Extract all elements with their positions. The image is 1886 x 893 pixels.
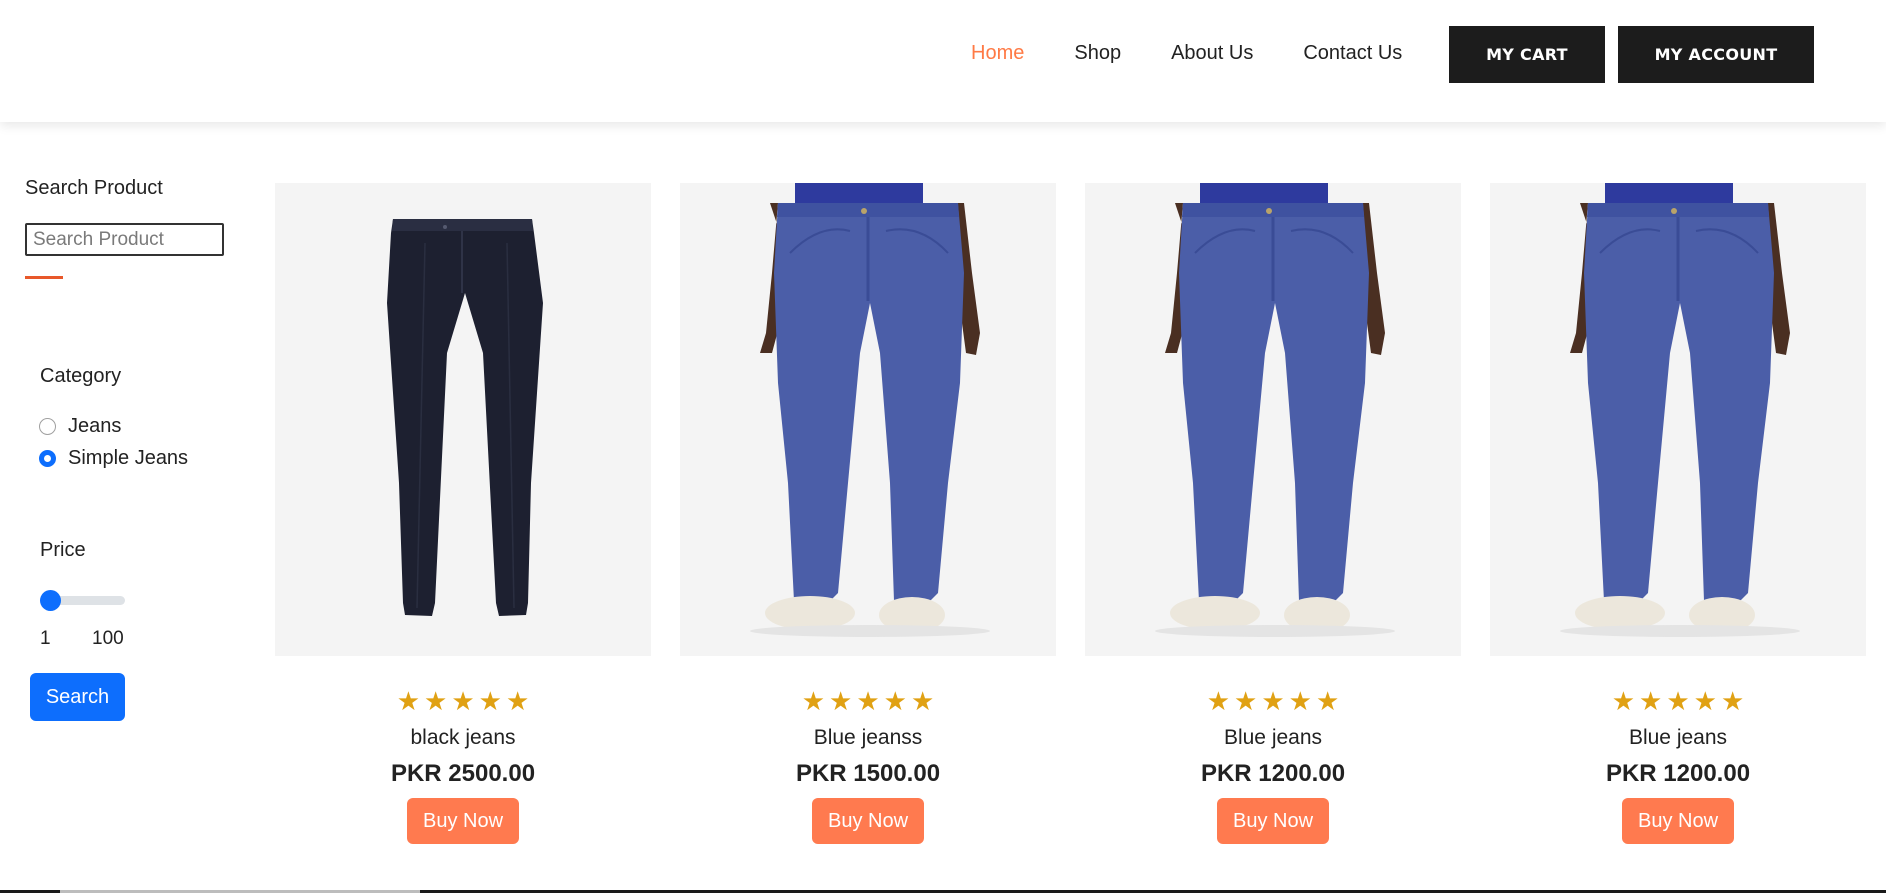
- star-icon: ★: [801, 686, 826, 716]
- nav-about-link[interactable]: About Us: [1171, 28, 1253, 78]
- product-image[interactable]: [680, 183, 1056, 656]
- product-price: PKR 1200.00: [1200, 760, 1346, 787]
- buy-now-button[interactable]: Buy Now: [1217, 798, 1329, 844]
- product-price: PKR 2500.00: [390, 760, 536, 787]
- star-icon: ★: [1666, 686, 1690, 716]
- heading-underline: [25, 276, 63, 279]
- rating-stars: ★ ★ ★ ★ ★: [275, 688, 651, 714]
- blue-jeans-image: [1560, 183, 1800, 637]
- category-option-jeans[interactable]: Jeans: [39, 415, 121, 438]
- search-button[interactable]: Search: [30, 673, 125, 721]
- star-icon: ★: [1720, 686, 1745, 716]
- product-image[interactable]: [1085, 183, 1461, 656]
- product-card: ★ ★ ★ ★ ★ black jeans PKR 2500.00 Buy Now: [275, 183, 651, 844]
- product-name: Blue jeans: [1223, 726, 1323, 749]
- star-icon: ★: [829, 686, 853, 716]
- category-heading: Category: [40, 365, 122, 387]
- my-cart-button[interactable]: MY CART: [1449, 26, 1605, 83]
- star-icon: ★: [1315, 686, 1340, 716]
- star-icon: ★: [1288, 686, 1312, 716]
- star-icon: ★: [1206, 686, 1231, 716]
- category-label-simple-jeans: Simple Jeans: [68, 447, 189, 469]
- star-icon: ★: [505, 686, 530, 716]
- product-price: PKR 1200.00: [1605, 760, 1751, 787]
- site-header: Home Shop About Us Contact Us MY CART MY…: [0, 0, 1886, 122]
- search-product-input[interactable]: [25, 223, 224, 256]
- product-name: Blue jeans: [1628, 726, 1728, 749]
- product-card: ★ ★ ★ ★ ★ Blue jeans PKR 1200.00 Buy Now: [1490, 183, 1866, 844]
- star-icon: ★: [856, 686, 880, 716]
- product-card: ★ ★ ★ ★ ★ Blue jeanss PKR 1500.00 Buy Now: [680, 183, 1056, 844]
- price-min-value: 1: [40, 628, 51, 649]
- my-account-button[interactable]: MY ACCOUNT: [1618, 26, 1814, 83]
- main-nav: Home Shop About Us Contact Us: [971, 28, 1402, 78]
- star-icon: ★: [1611, 686, 1636, 716]
- rating-stars: ★ ★ ★ ★ ★: [1490, 688, 1866, 714]
- star-icon: ★: [883, 686, 907, 716]
- product-image[interactable]: [275, 183, 651, 656]
- black-trousers-image: [387, 219, 543, 616]
- price-heading: Price: [40, 539, 86, 561]
- radio-jeans[interactable]: [39, 418, 56, 435]
- product-name: Blue jeanss: [813, 726, 923, 749]
- product-name: black jeans: [410, 726, 516, 749]
- nav-contact-link[interactable]: Contact Us: [1303, 28, 1402, 78]
- buy-now-button[interactable]: Buy Now: [407, 798, 519, 844]
- star-icon: ★: [1639, 686, 1663, 716]
- buy-now-button[interactable]: Buy Now: [812, 798, 924, 844]
- radio-simple-jeans[interactable]: [39, 450, 56, 467]
- star-icon: ★: [424, 686, 448, 716]
- rating-stars: ★ ★ ★ ★ ★: [1085, 688, 1461, 714]
- price-range-slider[interactable]: [40, 590, 125, 611]
- product-price: PKR 1500.00: [795, 760, 941, 787]
- product-card: ★ ★ ★ ★ ★ Blue jeans PKR 1200.00 Buy Now: [1085, 183, 1461, 844]
- rating-stars: ★ ★ ★ ★ ★: [680, 688, 1056, 714]
- nav-home-link[interactable]: Home: [971, 28, 1024, 78]
- search-product-heading: Search Product: [25, 177, 163, 199]
- star-icon: ★: [1261, 686, 1285, 716]
- blue-jeans-image: [1155, 183, 1395, 637]
- product-image[interactable]: [1490, 183, 1866, 656]
- star-icon: ★: [478, 686, 502, 716]
- star-icon: ★: [1234, 686, 1258, 716]
- category-option-simple-jeans[interactable]: Simple Jeans: [39, 447, 188, 470]
- price-slider-thumb[interactable]: [40, 590, 61, 611]
- star-icon: ★: [1693, 686, 1717, 716]
- star-icon: ★: [451, 686, 475, 716]
- price-max-value: 100: [92, 628, 124, 649]
- category-label-jeans: Jeans: [68, 415, 122, 437]
- blue-jeans-image: [750, 183, 990, 637]
- star-icon: ★: [910, 686, 935, 716]
- nav-shop-link[interactable]: Shop: [1074, 28, 1121, 78]
- star-icon: ★: [396, 686, 421, 716]
- buy-now-button[interactable]: Buy Now: [1622, 798, 1734, 844]
